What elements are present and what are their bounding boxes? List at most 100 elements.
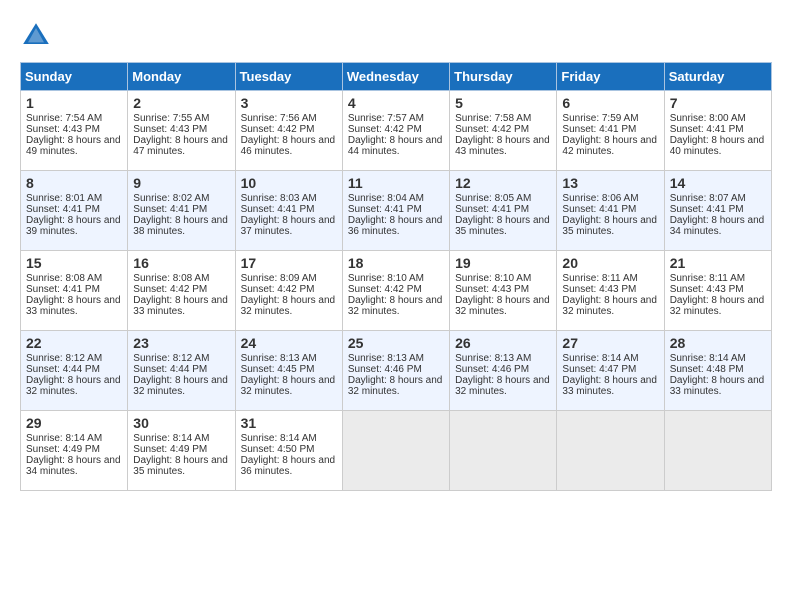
daylight-text: Daylight: 8 hours and 33 minutes. (562, 375, 658, 397)
sunset-text: Sunset: 4:50 PM (241, 444, 337, 455)
daylight-text: Daylight: 8 hours and 32 minutes. (26, 375, 122, 397)
daylight-text: Daylight: 8 hours and 32 minutes. (133, 375, 229, 397)
week-row: 29Sunrise: 8:14 AMSunset: 4:49 PMDayligh… (21, 411, 772, 491)
calendar-cell: 26Sunrise: 8:13 AMSunset: 4:46 PMDayligh… (450, 331, 557, 411)
sunrise-text: Sunrise: 8:08 AM (26, 273, 122, 284)
sunset-text: Sunset: 4:41 PM (26, 204, 122, 215)
daylight-text: Daylight: 8 hours and 37 minutes. (241, 215, 337, 237)
sunset-text: Sunset: 4:43 PM (670, 284, 766, 295)
sunrise-text: Sunrise: 8:11 AM (562, 273, 658, 284)
day-number: 15 (26, 255, 122, 271)
sunrise-text: Sunrise: 8:02 AM (133, 193, 229, 204)
calendar-cell: 14 Sunrise: 8:07 AMSunset: 4:41 PMDayligh… (664, 171, 771, 251)
calendar-cell: 24Sunrise: 8:13 AMSunset: 4:45 PMDayligh… (235, 331, 342, 411)
calendar-cell: 20Sunrise: 8:11 AMSunset: 4:43 PMDayligh… (557, 251, 664, 331)
sunset-text: Sunset: 4:41 PM (26, 284, 122, 295)
sunrise-text: Sunrise: 8:03 AM (241, 193, 337, 204)
day-number: 20 (562, 255, 658, 271)
sunset-text: Sunset: 4:42 PM (241, 284, 337, 295)
day-number: 11 (348, 175, 444, 191)
day-number: 4 (348, 95, 444, 111)
calendar-cell: 31Sunrise: 8:14 AMSunset: 4:50 PMDayligh… (235, 411, 342, 491)
header (20, 20, 772, 52)
col-header-saturday: Saturday (664, 63, 771, 91)
daylight-text: Daylight: 8 hours and 34 minutes. (26, 455, 122, 477)
logo (20, 20, 56, 52)
daylight-text: Daylight: 8 hours and 40 minutes. (670, 135, 766, 157)
daylight-text: Daylight: 8 hours and 32 minutes. (562, 295, 658, 317)
day-number: 27 (562, 335, 658, 351)
day-number: 25 (348, 335, 444, 351)
daylight-text: Daylight: 8 hours and 38 minutes. (133, 215, 229, 237)
sunset-text: Sunset: 4:42 PM (455, 124, 551, 135)
calendar-cell: 21Sunrise: 8:11 AMSunset: 4:43 PMDayligh… (664, 251, 771, 331)
sunset-text: Sunset: 4:41 PM (133, 204, 229, 215)
day-number: 5 (455, 95, 551, 111)
sunrise-text: Sunrise: 8:13 AM (455, 353, 551, 364)
sunrise-text: Sunrise: 8:13 AM (241, 353, 337, 364)
day-number: 12 (455, 175, 551, 191)
calendar-cell: 8Sunrise: 8:01 AMSunset: 4:41 PMDaylight… (21, 171, 128, 251)
calendar-cell: 25Sunrise: 8:13 AMSunset: 4:46 PMDayligh… (342, 331, 449, 411)
calendar-cell: 28Sunrise: 8:14 AMSunset: 4:48 PMDayligh… (664, 331, 771, 411)
calendar-cell: 7Sunrise: 8:00 AMSunset: 4:41 PMDaylight… (664, 91, 771, 171)
daylight-text: Daylight: 8 hours and 43 minutes. (455, 135, 551, 157)
sunset-text: Sunset: 4:43 PM (26, 124, 122, 135)
calendar-cell: 6Sunrise: 7:59 AMSunset: 4:41 PMDaylight… (557, 91, 664, 171)
sunset-text: Sunset: 4:41 PM (562, 204, 658, 215)
sunset-text: Sunset: 4:42 PM (348, 284, 444, 295)
daylight-text: Daylight: 8 hours and 44 minutes. (348, 135, 444, 157)
sunrise-text: Sunrise: 7:55 AM (133, 113, 229, 124)
calendar-cell: 10Sunrise: 8:03 AMSunset: 4:41 PMDayligh… (235, 171, 342, 251)
daylight-text: Daylight: 8 hours and 32 minutes. (455, 295, 551, 317)
day-number: 13 (562, 175, 658, 191)
sunset-text: Sunset: 4:41 PM (348, 204, 444, 215)
sunrise-text: Sunrise: 8:08 AM (133, 273, 229, 284)
calendar-cell: 5Sunrise: 7:58 AMSunset: 4:42 PMDaylight… (450, 91, 557, 171)
day-number: 9 (133, 175, 229, 191)
sunset-text: Sunset: 4:49 PM (133, 444, 229, 455)
sunrise-text: Sunrise: 7:54 AM (26, 113, 122, 124)
calendar-cell: 30Sunrise: 8:14 AMSunset: 4:49 PMDayligh… (128, 411, 235, 491)
day-number: 30 (133, 415, 229, 431)
day-number: 23 (133, 335, 229, 351)
daylight-text: Daylight: 8 hours and 34 minutes. (670, 215, 766, 237)
calendar-cell (342, 411, 449, 491)
sunset-text: Sunset: 4:43 PM (455, 284, 551, 295)
daylight-text: Daylight: 8 hours and 36 minutes. (348, 215, 444, 237)
sunrise-text: Sunrise: 8:07 AM (670, 193, 766, 204)
daylight-text: Daylight: 8 hours and 39 minutes. (26, 215, 122, 237)
sunset-text: Sunset: 4:41 PM (670, 204, 766, 215)
sunset-text: Sunset: 4:47 PM (562, 364, 658, 375)
sunrise-text: Sunrise: 8:01 AM (26, 193, 122, 204)
day-number: 21 (670, 255, 766, 271)
calendar-cell: 19Sunrise: 8:10 AMSunset: 4:43 PMDayligh… (450, 251, 557, 331)
day-number: 14 (670, 175, 766, 191)
day-number: 19 (455, 255, 551, 271)
sunset-text: Sunset: 4:46 PM (348, 364, 444, 375)
sunset-text: Sunset: 4:41 PM (241, 204, 337, 215)
calendar-cell: 23Sunrise: 8:12 AMSunset: 4:44 PMDayligh… (128, 331, 235, 411)
col-header-sunday: Sunday (21, 63, 128, 91)
sunset-text: Sunset: 4:42 PM (241, 124, 337, 135)
daylight-text: Daylight: 8 hours and 33 minutes. (26, 295, 122, 317)
week-row: 15Sunrise: 8:08 AMSunset: 4:41 PMDayligh… (21, 251, 772, 331)
day-number: 31 (241, 415, 337, 431)
daylight-text: Daylight: 8 hours and 32 minutes. (241, 375, 337, 397)
sunrise-text: Sunrise: 8:12 AM (133, 353, 229, 364)
sunrise-text: Sunrise: 8:14 AM (133, 433, 229, 444)
calendar-cell: 18Sunrise: 8:10 AMSunset: 4:42 PMDayligh… (342, 251, 449, 331)
daylight-text: Daylight: 8 hours and 32 minutes. (455, 375, 551, 397)
sunrise-text: Sunrise: 8:05 AM (455, 193, 551, 204)
day-number: 3 (241, 95, 337, 111)
week-row: 8Sunrise: 8:01 AMSunset: 4:41 PMDaylight… (21, 171, 772, 251)
logo-icon (20, 20, 52, 52)
sunrise-text: Sunrise: 7:57 AM (348, 113, 444, 124)
day-number: 24 (241, 335, 337, 351)
calendar-cell: 27Sunrise: 8:14 AMSunset: 4:47 PMDayligh… (557, 331, 664, 411)
sunrise-text: Sunrise: 8:14 AM (670, 353, 766, 364)
sunset-text: Sunset: 4:49 PM (26, 444, 122, 455)
calendar-cell: 15 Sunrise: 8:08 AMSunset: 4:41 PMDayligh… (21, 251, 128, 331)
day-number: 6 (562, 95, 658, 111)
calendar-cell: 16Sunrise: 8:08 AMSunset: 4:42 PMDayligh… (128, 251, 235, 331)
